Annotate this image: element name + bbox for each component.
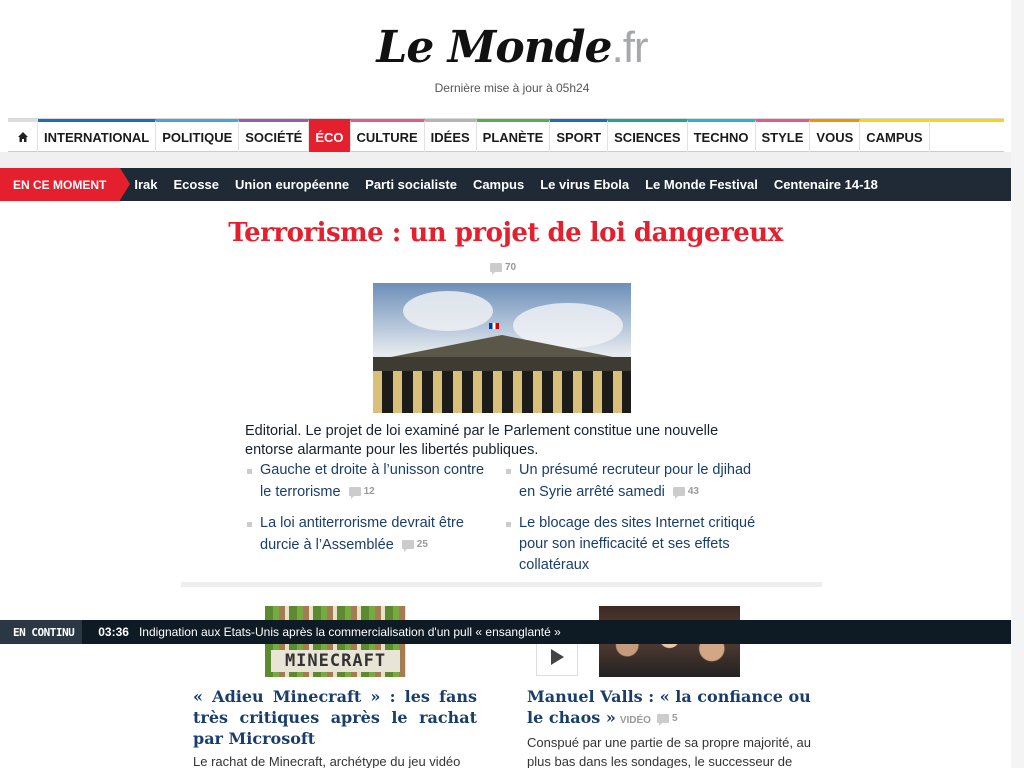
nav-style[interactable]: STYLE (755, 119, 811, 152)
article-summary-valls: Conspué par une partie de sa propre majo… (527, 735, 812, 768)
moment-link-centenaire[interactable]: Centenaire 14-18 (774, 177, 878, 192)
moment-link-le-monde-festival[interactable]: Le Monde Festival (645, 177, 758, 192)
logo-main: Le Monde (376, 22, 612, 73)
video-badge: VIDÉO (619, 715, 651, 726)
nav-sport[interactable]: SPORT (550, 119, 609, 152)
related-link[interactable]: La loi antiterrorisme devrait être durci… (245, 513, 485, 556)
related-comment-number: 43 (687, 486, 699, 497)
nav-idees[interactable]: IDÉES (424, 119, 477, 152)
en-continu-time: 03:36 (98, 625, 129, 639)
nav-sciences[interactable]: SCIENCES (608, 119, 688, 152)
en-continu-bar: EN CONTINU 03:36 Indignation aux Etats-U… (0, 620, 1011, 644)
related-comment-count: 43 (672, 481, 699, 502)
home-icon (17, 132, 28, 142)
page-scrollbar[interactable] (1011, 0, 1024, 768)
related-links-right: Un présumé recruteur pour le djihad en S… (504, 460, 764, 586)
en-ce-moment-links: Irak Ecosse Union européenne Parti socia… (134, 177, 894, 192)
nav-culture[interactable]: CULTURE (350, 119, 425, 152)
moment-link-campus[interactable]: Campus (473, 177, 524, 192)
nav-societe[interactable]: SOCIÉTÉ (239, 119, 310, 152)
hero-image-assemblee[interactable] (373, 283, 631, 413)
site-logo[interactable]: Le Monde.fr (0, 22, 1024, 73)
site-header: Le Monde.fr Dernière mise à jour à 05h24 (0, 0, 1024, 118)
nav-vous[interactable]: VOUS (810, 119, 861, 152)
related-link[interactable]: Un présumé recruteur pour le djihad en S… (504, 460, 764, 503)
comment-icon (348, 487, 361, 499)
nav-filler (929, 119, 1004, 151)
moment-link-union-europeenne[interactable]: Union européenne (235, 177, 349, 192)
article-title-minecraft[interactable]: « Adieu Minecraft » : les fans très crit… (193, 686, 477, 749)
related-link-text: Le blocage des sites Internet critiqué p… (519, 515, 756, 573)
related-link-text: La loi antiterrorisme devrait être durci… (260, 515, 464, 553)
last-update-text: Dernière mise à jour à 05h24 (434, 81, 590, 95)
related-comment-number: 25 (416, 539, 428, 550)
main-nav: INTERNATIONAL POLITIQUE SOCIÉTÉ ÉCO CULT… (8, 118, 1004, 152)
related-comment-count: 25 (401, 534, 428, 555)
related-links-left: Gauche et droite à l’unisson contre le t… (245, 460, 485, 566)
nav-international[interactable]: INTERNATIONAL (38, 119, 157, 152)
minecraft-logo: MINECRAFT (271, 650, 400, 672)
en-continu-label[interactable]: EN CONTINU (0, 620, 83, 644)
en-ce-moment-bar: EN CE MOMENT Irak Ecosse Union européenn… (0, 168, 1011, 201)
article-title-valls[interactable]: Manuel Valls : « la confiance ou le chao… (527, 686, 811, 731)
related-link-text: Un présumé recruteur pour le djihad en S… (519, 462, 752, 500)
flag-icon (489, 323, 499, 329)
article-comment-count: 5 (656, 708, 678, 729)
nav-campus[interactable]: CAMPUS (860, 119, 930, 152)
play-icon (550, 649, 564, 665)
subnav-strip (0, 152, 1024, 168)
article-comment-number: 5 (671, 713, 678, 724)
en-continu-headline[interactable]: Indignation aux Etats-Unis après la comm… (139, 625, 561, 639)
nav-home[interactable] (8, 119, 38, 152)
article-summary-minecraft: Le rachat de Minecraft, archétype du jeu… (193, 754, 461, 768)
comment-icon (672, 487, 685, 499)
en-ce-moment-label: EN CE MOMENT (0, 168, 131, 201)
comment-icon (490, 263, 502, 275)
nav-politique[interactable]: POLITIQUE (156, 119, 240, 152)
nav-techno[interactable]: TECHNO (687, 119, 756, 152)
nav-eco[interactable]: ÉCO (309, 119, 351, 152)
moment-link-ecosse[interactable]: Ecosse (173, 177, 219, 192)
logo-tld: .fr (611, 23, 648, 72)
headline-comment-count[interactable]: 70 (490, 262, 517, 275)
moment-link-ebola[interactable]: Le virus Ebola (540, 177, 629, 192)
comment-icon (401, 540, 414, 552)
headline-comment-number: 70 (505, 262, 517, 273)
moment-link-parti-socialiste[interactable]: Parti socialiste (365, 177, 457, 192)
section-divider (181, 582, 822, 587)
nav-planete[interactable]: PLANÈTE (476, 119, 551, 152)
related-comment-count: 12 (348, 481, 375, 502)
lead-paragraph: Editorial. Le projet de loi examiné par … (245, 423, 719, 458)
related-link[interactable]: Gauche et droite à l’unisson contre le t… (245, 460, 485, 503)
related-comment-number: 12 (363, 486, 375, 497)
related-link[interactable]: Le blocage des sites Internet critiqué p… (504, 513, 764, 576)
moment-link-irak[interactable]: Irak (134, 177, 157, 192)
main-headline[interactable]: Terrorisme : un projet de loi dangereux (0, 218, 1011, 248)
comment-icon (656, 714, 669, 726)
